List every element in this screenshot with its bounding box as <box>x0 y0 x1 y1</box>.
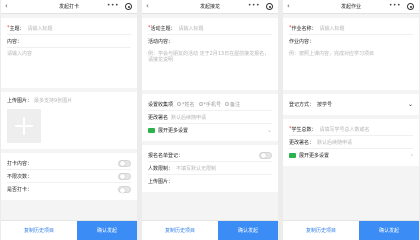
students-card: * 学生总数： 请填写学号总人数或名 更改署名： 默认后续随申请 展开更多设置 … <box>283 119 419 166</box>
chevron-right-icon: › <box>410 152 413 159</box>
upload-card: 上传图片： 最多支持9张图片 <box>1 92 137 149</box>
top-bar: ‹ 发起接龙 ••• <box>142 0 278 14</box>
bottom-bar: 复制历史项目 确认发起 <box>1 220 137 240</box>
more-settings-row[interactable]: 展开更多设置 ⌄ <box>148 124 272 137</box>
signup-card: 报名名单登记： 人数限制： 不填写默认无限制 上传图片： <box>142 145 278 192</box>
subject-label: 活动主题 <box>150 25 171 32</box>
name-row[interactable]: * 作业名称： 请输入标题 <box>289 22 413 35</box>
upload-row: 上传图片： <box>148 179 174 185</box>
register-card: 登记方式： 按学号 ⌄ <box>283 94 419 115</box>
limit-input[interactable]: 不填写默认无限制 <box>176 165 216 172</box>
homework-screen: ‹ 发起作业 ••• * 作业名称： 请输入标题 作业内容： 例：按照上课内容，… <box>283 0 419 240</box>
confirm-button[interactable]: 确认发起 <box>359 221 419 240</box>
expand-icon <box>148 128 155 133</box>
chevron-down-icon: ⌄ <box>407 101 413 108</box>
more-settings-label: 展开更多设置 <box>299 153 330 159</box>
notes-row[interactable]: 更改署名： 默认后续随申请 <box>289 136 413 149</box>
upload-label: 上传图片 <box>148 179 169 185</box>
limit-label: 人数限制 <box>148 165 169 172</box>
register-label: 登记方式 <box>289 102 310 108</box>
checkin-screen: ‹ 发起打卡 ••• * 主题： 请输入标题 内容： 请输入内容 上传图片： 最… <box>1 0 137 240</box>
bottom-bar: 复制历史项目 确认发起 <box>283 220 419 240</box>
toggle-switch[interactable] <box>118 186 131 193</box>
switch-label: 是否打卡 <box>7 187 28 193</box>
copy-history-button[interactable]: 复制历史项目 <box>142 221 218 240</box>
toggle-switch[interactable] <box>118 159 131 167</box>
top-bar: ‹ 发起作业 ••• <box>283 0 419 14</box>
content-textarea[interactable]: 请输入内容 <box>7 48 131 84</box>
subject-input[interactable]: 请输入标题 <box>179 25 204 32</box>
switch-row: 是否打卡： <box>7 183 131 196</box>
more-dots-icon[interactable]: ••• <box>389 2 401 9</box>
content-label: 内容 <box>7 38 18 45</box>
students-row[interactable]: * 学生总数： 请填写学号总人数或名 <box>289 123 413 136</box>
confirm-button[interactable]: 确认发起 <box>218 221 278 240</box>
screens: ‹ 发起打卡 ••• * 主题： 请输入标题 内容： 请输入内容 上传图片： 最… <box>0 0 420 240</box>
switch-row: 不限次数： <box>7 170 131 183</box>
subject-label: 主题 <box>9 25 20 32</box>
upload-label: 上传图片 <box>7 98 28 104</box>
collect-row[interactable]: 设置收集项 *姓名 *手机号 备注 <box>148 98 272 111</box>
toggle-switch[interactable] <box>259 151 272 159</box>
register-row[interactable]: 登记方式： 按学号 ⌄ <box>289 98 413 111</box>
subject-card: * 主题： 请输入标题 内容： 请输入内容 <box>1 18 137 88</box>
settings-card: 设置收集项 *姓名 *手机号 备注 更改署名 默认后续随申请 展开更多设置 ⌄ <box>142 94 278 141</box>
switches-card: 打卡内容： 不限次数： 是否打卡： <box>1 153 137 200</box>
notes-input[interactable]: 默认后续随申请 <box>171 114 206 121</box>
register-select[interactable]: 按学号 <box>317 101 332 108</box>
upload-hint: 最多支持9张图片 <box>34 98 73 104</box>
collect-option[interactable]: *姓名 <box>177 101 195 108</box>
collect-option[interactable]: *手机号 <box>198 101 221 108</box>
collect-label: 设置收集项 <box>148 101 174 108</box>
name-label: 作业名称 <box>291 25 312 32</box>
students-label: 学生总数 <box>291 126 312 133</box>
target-icon[interactable] <box>266 3 273 10</box>
name-input[interactable]: 请输入标题 <box>320 25 345 32</box>
subject-row[interactable]: * 主题： 请输入标题 <box>7 22 131 35</box>
more-settings-label: 展开更多设置 <box>158 128 189 134</box>
students-input[interactable]: 请填写学号总人数或名 <box>320 126 370 133</box>
add-image-button[interactable] <box>7 109 41 143</box>
notes-row[interactable]: 更改署名 默认后续随申请 <box>148 111 272 124</box>
copy-history-button[interactable]: 复制历史项目 <box>283 221 359 240</box>
activity-card: * 活动主题： 请输入标题 活动内容： 例：学会与朋友的活动 定于2月13日在屋… <box>142 18 278 90</box>
content-label-row: 活动内容： <box>148 39 174 45</box>
switch-row: 打卡内容： <box>7 157 131 170</box>
content-label: 活动内容 <box>148 39 169 45</box>
confirm-button[interactable]: 确认发起 <box>77 221 137 240</box>
target-icon[interactable] <box>125 3 132 10</box>
notes-label: 更改署名 <box>148 114 169 121</box>
content-label: 作业内容 <box>289 39 310 45</box>
notes-label: 更改署名 <box>289 139 310 146</box>
signup-label: 报名名单登记 <box>148 152 179 159</box>
signup-row: 报名名单登记： <box>148 149 272 162</box>
content-label-row: 作业内容： <box>289 39 315 45</box>
collect-option[interactable]: 备注 <box>225 101 240 108</box>
expand-icon <box>289 153 296 158</box>
target-icon[interactable] <box>407 3 414 10</box>
content-label-row: 内容： <box>7 35 131 48</box>
switch-label: 不限次数 <box>7 173 28 180</box>
switch-label: 打卡内容 <box>7 160 28 167</box>
limit-row[interactable]: 人数限制： 不填写默认无限制 <box>148 162 272 175</box>
more-dots-icon[interactable]: ••• <box>107 2 119 9</box>
notes-input[interactable]: 默认后续随申请 <box>317 139 352 146</box>
upload-row: 上传图片： 最多支持9张图片 <box>7 98 73 104</box>
relay-screen: ‹ 发起接龙 ••• * 活动主题： 请输入标题 活动内容： 例：学会与朋友的活… <box>142 0 278 240</box>
content-textarea[interactable]: 例：按照上课内容，完成对应学习项目 <box>289 48 413 86</box>
chevron-down-icon: ⌄ <box>266 127 272 134</box>
top-bar: ‹ 发起打卡 ••• <box>1 0 137 14</box>
more-settings-row[interactable]: 展开更多设置 › <box>289 149 413 162</box>
bottom-bar: 复制历史项目 确认发起 <box>142 220 278 240</box>
copy-history-button[interactable]: 复制历史项目 <box>1 221 77 240</box>
toggle-switch[interactable] <box>118 172 131 180</box>
subject-input[interactable]: 请输入标题 <box>28 25 53 32</box>
content-textarea[interactable]: 例：学会与朋友的活动 定于2月13日在屋前接龙报名，请接龙说明 <box>148 48 272 86</box>
homework-card: * 作业名称： 请输入标题 作业内容： 例：按照上课内容，完成对应学习项目 <box>283 18 419 90</box>
more-dots-icon[interactable]: ••• <box>248 2 260 9</box>
subject-row[interactable]: * 活动主题： 请输入标题 <box>148 22 272 35</box>
